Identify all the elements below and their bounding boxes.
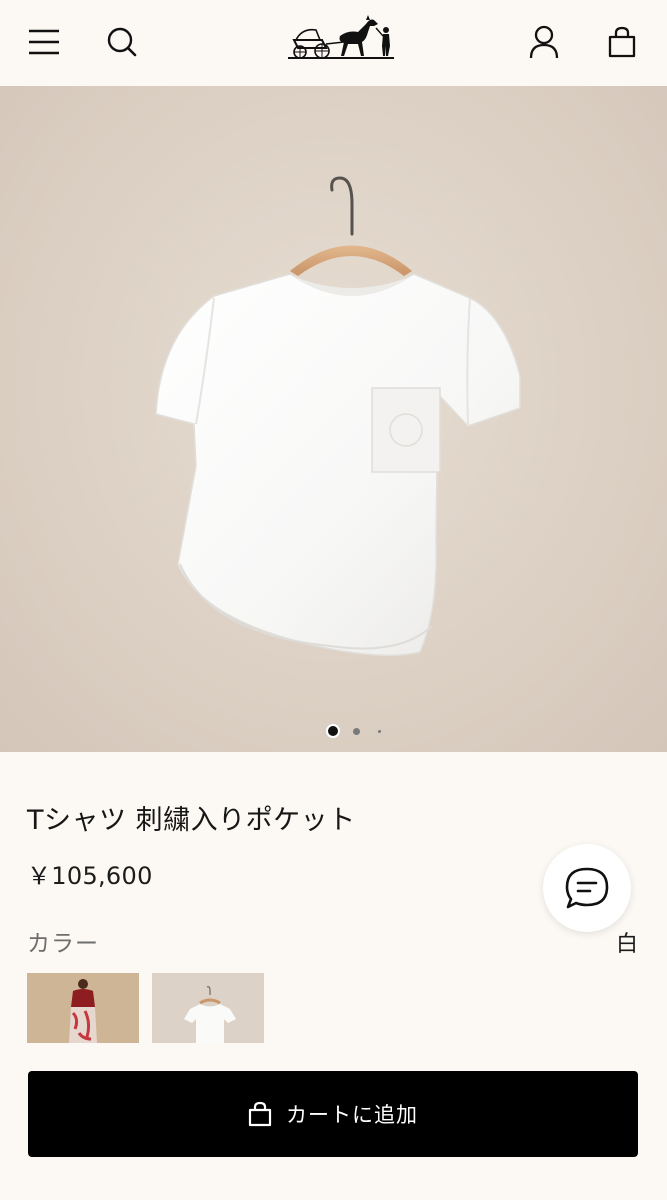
add-to-cart-label: カートに追加	[286, 1103, 418, 1127]
gallery-pagination	[0, 726, 667, 736]
product-image-gallery[interactable]	[0, 86, 667, 752]
color-swatch-red[interactable]	[27, 973, 139, 1043]
horse-carriage-logo[interactable]	[282, 10, 398, 64]
account-button[interactable]	[524, 22, 564, 62]
add-to-cart-button[interactable]: カートに追加	[28, 1071, 638, 1157]
menu-button[interactable]	[24, 22, 64, 62]
color-value: 白	[616, 932, 639, 957]
site-header	[0, 0, 667, 86]
cart-button[interactable]	[602, 22, 642, 62]
color-swatch-white[interactable]	[152, 973, 264, 1043]
pagination-dot[interactable]	[378, 730, 381, 733]
hamburger-icon	[29, 29, 59, 55]
pagination-dot[interactable]	[353, 728, 360, 735]
shopping-bag-icon	[608, 26, 636, 58]
swatch-thumbnail	[152, 973, 264, 1043]
chat-button[interactable]	[543, 844, 631, 932]
user-icon	[529, 25, 559, 59]
shopping-bag-icon	[248, 1101, 272, 1127]
swatch-thumbnail	[27, 973, 139, 1043]
product-title: Tシャツ 刺繍入りポケット	[27, 805, 356, 836]
search-button[interactable]	[102, 22, 142, 62]
product-price: ￥105,600	[27, 862, 153, 890]
search-icon	[107, 27, 137, 57]
chat-icon	[565, 867, 609, 909]
product-photo	[155, 176, 521, 657]
pagination-dot-active[interactable]	[328, 726, 338, 736]
color-label: カラー	[27, 931, 99, 957]
